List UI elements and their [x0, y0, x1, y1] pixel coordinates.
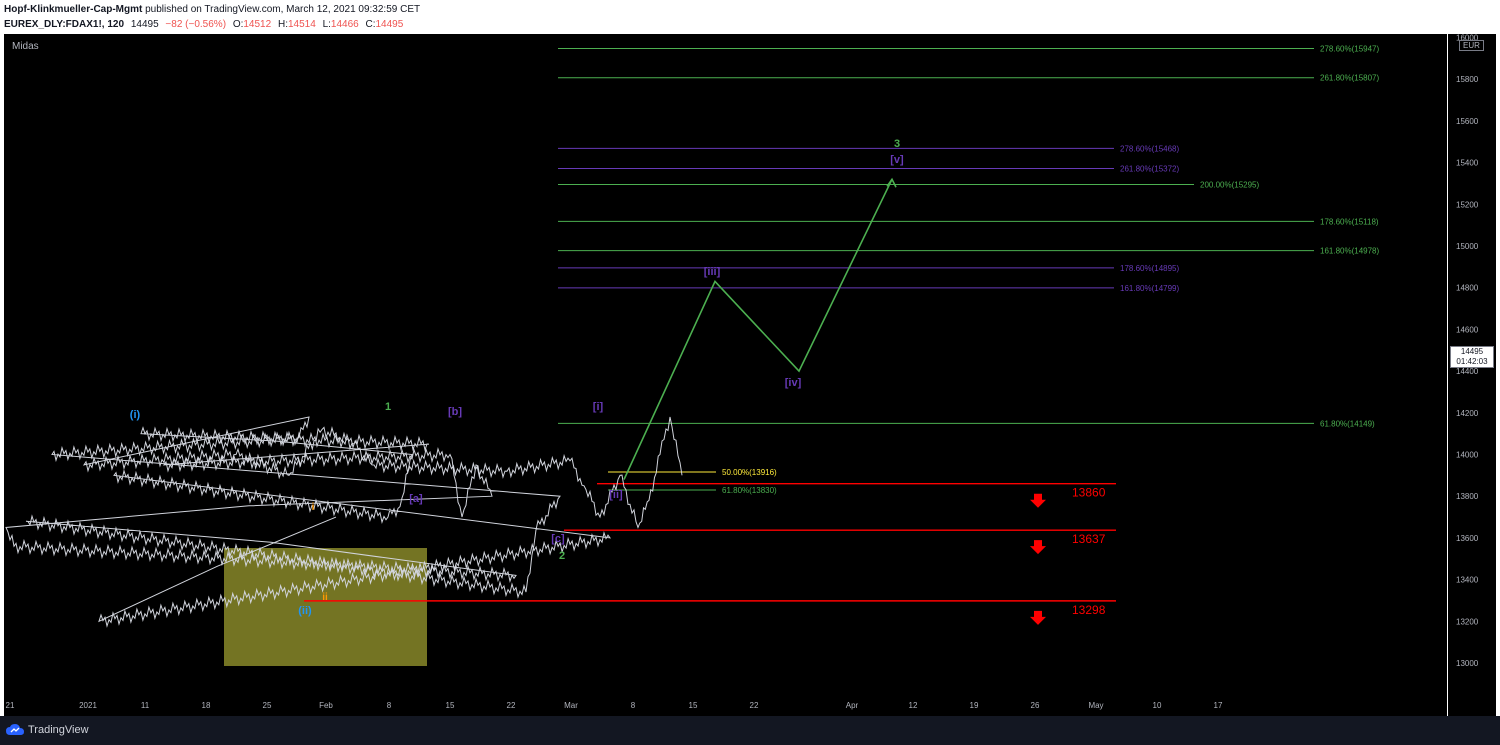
- time-tick-label: 2021: [79, 701, 97, 710]
- close-value: 14495: [375, 19, 404, 30]
- high-value: 14514: [287, 19, 316, 30]
- time-axis[interactable]: 21 2021 11 18 25 Feb 8 15 22 Mar 8 15 22 Apr 12 19 26 May…: [4, 694, 1447, 716]
- ohlc-line: EUREX_DLY:FDAX1!, 120 14495 −82 (−0.56%)…: [4, 19, 403, 30]
- time-tick-label: 8: [387, 701, 392, 710]
- axis-corner: [1448, 694, 1496, 716]
- fib-level-label: 50.00%(13916): [722, 468, 777, 477]
- stop-level-label: 13637: [1072, 532, 1106, 546]
- time-tick-label: Mar: [564, 701, 578, 710]
- fib-level-label: 261.80%(15807): [1320, 74, 1379, 83]
- price-tick-label: 15600: [1456, 117, 1479, 126]
- close-label: C:: [365, 19, 376, 30]
- time-tick-label: 12: [909, 701, 918, 710]
- wave-label: [ii]: [609, 489, 623, 501]
- wave-label: [c]: [551, 533, 565, 545]
- wave-label: (ii): [298, 605, 312, 617]
- wave-label: [v]: [890, 154, 904, 166]
- fib-level-label: 178.60%(15118): [1320, 217, 1379, 226]
- price-tick-label: 13600: [1456, 534, 1479, 543]
- time-tick-label: 19: [970, 701, 979, 710]
- wave-label: i: [312, 502, 315, 513]
- open-label: O:: [232, 19, 244, 30]
- wave-label: 1: [385, 401, 391, 413]
- fib-level-label: 161.80%(14799): [1120, 284, 1179, 293]
- time-axis-svg: 21 2021 11 18 25 Feb 8 15 22 Mar 8 15 22 Apr 12 19 26 May…: [6, 701, 1223, 710]
- wave-label: [i]: [593, 401, 604, 413]
- price-tick-label: 13800: [1456, 492, 1479, 501]
- wave-label: [a]: [409, 493, 423, 505]
- open-value: 14512: [243, 19, 272, 30]
- time-tick-label: 18: [202, 701, 211, 710]
- time-tick-label: Apr: [846, 701, 859, 710]
- high-label: H:: [277, 19, 288, 30]
- low-value: 14466: [330, 19, 359, 30]
- time-tick-label: 21: [6, 701, 15, 710]
- price-tick-label: 14000: [1456, 451, 1479, 460]
- price-tick-label: 15200: [1456, 200, 1479, 209]
- price-tick-label: 15400: [1456, 159, 1479, 168]
- wave-label: [iv]: [785, 377, 802, 389]
- chart-svg: 278.60%(15947) 261.80%(15807) 278.60%(1546…: [5, 45, 1379, 666]
- time-tick-label: Feb: [319, 701, 333, 710]
- fib-level-label: 61.80%(14149): [1320, 419, 1375, 428]
- change-value: −82 (−0.56%): [165, 19, 227, 30]
- fib-level-label: 278.60%(15468): [1120, 144, 1179, 153]
- price-tick-label: 15800: [1456, 75, 1479, 84]
- time-tick-label: 22: [507, 701, 516, 710]
- low-label: L:: [322, 19, 331, 30]
- price-tick-label: 14200: [1456, 409, 1479, 418]
- fib-level-label: 200.00%(15295): [1200, 180, 1259, 189]
- price-tick-label: 15000: [1456, 242, 1479, 251]
- price-tick-label: 14800: [1456, 284, 1479, 293]
- time-tick-label: 10: [1153, 701, 1162, 710]
- time-tick-label: 22: [750, 701, 759, 710]
- wave-label: ii: [322, 592, 328, 603]
- currency-badge[interactable]: EUR: [1459, 40, 1484, 51]
- chart-header: Hopf-Klinkmueller-Cap-Mgmt published on …: [0, 0, 1500, 34]
- time-tick-label: 15: [689, 701, 698, 710]
- footer: TradingView: [0, 716, 1500, 745]
- publish-line: Hopf-Klinkmueller-Cap-Mgmt published on …: [4, 4, 420, 15]
- stop-level-label: 13860: [1072, 486, 1106, 500]
- publish-info: published on TradingView.com, March 12, …: [145, 4, 421, 15]
- time-tick-label: May: [1088, 701, 1103, 710]
- time-tick-label: 8: [631, 701, 636, 710]
- down-arrow-icon: [1030, 493, 1046, 508]
- time-tick-label: 15: [446, 701, 455, 710]
- price-tick-label: 14600: [1456, 325, 1479, 334]
- chart-pane[interactable]: 278.60%(15947) 261.80%(15807) 278.60%(1546…: [4, 34, 1447, 694]
- wave-label: [b]: [448, 406, 462, 418]
- author-name[interactable]: Hopf-Klinkmueller-Cap-Mgmt: [4, 4, 142, 15]
- current-price-tag: 14495 01:42:03: [1450, 346, 1494, 368]
- wave-label: (i): [130, 409, 141, 421]
- time-tick-label: 11: [141, 701, 150, 710]
- footer-brand: TradingView: [28, 724, 89, 736]
- symbol-label[interactable]: EUREX_DLY:FDAX1!, 120: [4, 19, 124, 30]
- tradingview-cloud-icon: [6, 724, 24, 735]
- fib-level-label: 278.60%(15947): [1320, 45, 1379, 54]
- down-arrow-icon: [1030, 540, 1046, 555]
- time-tick-label: 26: [1031, 701, 1040, 710]
- fib-level-label: 61.80%(13830): [722, 486, 777, 495]
- current-price: 14495: [1460, 347, 1484, 356]
- price-tick-label: 13400: [1456, 576, 1479, 585]
- wave-label: [iii]: [704, 266, 721, 278]
- wave-projection-line: [623, 178, 893, 480]
- fib-level-label: 261.80%(15372): [1120, 164, 1179, 173]
- time-tick-label: 17: [1214, 701, 1223, 710]
- last-price: 14495: [130, 19, 159, 30]
- fib-level-label: 161.80%(14978): [1320, 247, 1379, 256]
- price-tick-label: 13200: [1456, 617, 1479, 626]
- wave-label: 3: [894, 138, 900, 150]
- indicator-label[interactable]: Midas: [12, 41, 39, 52]
- stop-level-label: 13298: [1072, 603, 1106, 617]
- bar-countdown: 01:42:03: [1456, 357, 1488, 366]
- down-arrow-icon: [1030, 610, 1046, 625]
- price-tick-label: 14400: [1456, 367, 1479, 376]
- tradingview-logo[interactable]: TradingView: [6, 724, 89, 736]
- time-tick-label: 25: [263, 701, 272, 710]
- fib-level-label: 178.60%(14895): [1120, 264, 1179, 273]
- price-tick-label: 13000: [1456, 659, 1479, 668]
- wave-label: 2: [559, 550, 565, 562]
